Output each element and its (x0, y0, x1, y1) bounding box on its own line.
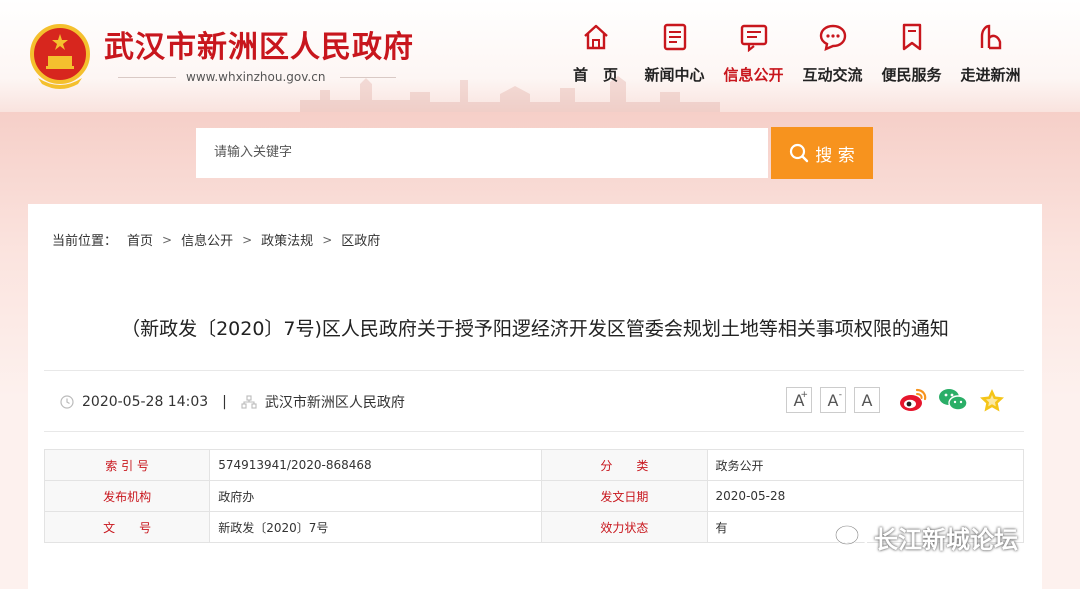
breadcrumb-separator: > (242, 232, 253, 247)
search-button[interactable]: 搜 索 (771, 127, 873, 179)
breadcrumb-prefix: 当前位置： (52, 234, 118, 249)
chat-bubble-icon (819, 24, 846, 52)
breadcrumb-link-info-disclosure[interactable]: 信息公开 (181, 230, 233, 249)
font-default-label: A (861, 390, 873, 410)
nav-item-home[interactable]: 首 页 (556, 20, 635, 90)
url-divider-right (340, 77, 396, 78)
favorite-star-icon[interactable] (978, 387, 1006, 413)
nav-label: 新闻中心 (644, 66, 705, 84)
nav-label: 便民服务 (881, 66, 942, 84)
info-value-doc-number: 新政发〔2020〕7号 (209, 511, 543, 543)
url-divider-left (118, 77, 176, 78)
article-tools: A + A- A (786, 387, 1006, 413)
wechat-share-icon[interactable] (938, 387, 968, 413)
bookmark-icon (902, 23, 921, 51)
breadcrumb-link-district-gov[interactable]: 区政府 (341, 230, 380, 249)
site-header: 武汉市新洲区人民政府 www.whxinzhou.gov.cn 首 页 新闻中心 (0, 0, 1080, 112)
clock-icon (60, 395, 74, 409)
nav-item-about-xinzhou[interactable]: 走进新洲 (951, 20, 1030, 90)
breadcrumb-separator: > (162, 232, 173, 247)
breadcrumb-link-home[interactable]: 首页 (127, 230, 153, 249)
info-key-issue-date: 发文日期 (541, 480, 708, 512)
nav-item-info-disclosure[interactable]: 信息公开 (714, 20, 793, 90)
font-decrease-button[interactable]: A- (820, 387, 846, 413)
breadcrumb-link-policy[interactable]: 政策法规 (261, 230, 313, 249)
info-key-doc-number: 文 号 (43, 511, 211, 543)
info-value-category: 政务公开 (706, 449, 1025, 481)
organization-icon (241, 395, 257, 409)
article-meta: 2020-05-28 14:03 | 武汉市新洲区人民政府 (60, 371, 405, 433)
search-button-label: 搜 索 (815, 145, 855, 166)
font-increase-sup: + (800, 390, 808, 400)
national-emblem-icon (30, 24, 90, 89)
weibo-share-icon[interactable] (898, 387, 928, 413)
search-icon (790, 143, 809, 163)
nav-label: 首 页 (572, 66, 618, 84)
info-value-index: 574913941/2020-868468 (209, 449, 543, 481)
nav-label: 信息公开 (723, 66, 784, 84)
landmark-icon (980, 24, 1001, 50)
site-title: 武汉市新洲区人民政府 (104, 30, 414, 65)
search-input[interactable]: 请输入关键字 (196, 128, 768, 178)
site-url: www.whxinzhou.gov.cn (186, 70, 326, 84)
info-value-issue-date: 2020-05-28 (706, 480, 1025, 512)
article-meta-bar: 2020-05-28 14:03 | 武汉市新洲区人民政府 A + A- A (44, 370, 1024, 432)
wechat-watermark-icon (834, 524, 868, 550)
main-nav: 首 页 新闻中心 信息公开 互动交流 便民服务 走进新洲 (556, 20, 1030, 90)
info-key-index: 索 引 号 (43, 449, 211, 481)
font-decrease-label: A (827, 390, 839, 410)
info-value-issuer: 政府办 (209, 480, 543, 512)
breadcrumb: 当前位置： 首页 > 信息公开 > 政策法规 > 区政府 (52, 230, 380, 250)
publisher-source: 武汉市新洲区人民政府 (264, 395, 405, 411)
news-icon (663, 23, 686, 51)
nav-item-news[interactable]: 新闻中心 (635, 20, 714, 90)
info-key-issuer: 发布机构 (43, 480, 211, 512)
font-default-button[interactable]: A (854, 387, 880, 413)
table-row: 索 引 号 574913941/2020-868468 分 类 政务公开 (43, 449, 1025, 481)
nav-item-services[interactable]: 便民服务 (872, 20, 951, 90)
info-key-validity: 效力状态 (541, 511, 708, 543)
meta-divider: | (222, 394, 227, 410)
font-decrease-sup: - (838, 390, 842, 400)
nav-label: 走进新洲 (960, 66, 1021, 84)
breadcrumb-separator: > (322, 232, 333, 247)
info-document-icon (740, 24, 767, 52)
forum-watermark: 长江新城论坛 (834, 520, 1018, 555)
nav-label: 互动交流 (802, 66, 863, 84)
font-increase-button[interactable]: A + (786, 387, 812, 413)
home-icon (583, 24, 608, 50)
watermark-text: 长江新城论坛 (874, 526, 1018, 554)
table-row: 发布机构 政府办 发文日期 2020-05-28 (43, 480, 1025, 512)
publish-date: 2020-05-28 14:03 (82, 394, 209, 410)
article-title: （新政发〔2020〕7号)区人民政府关于授予阳逻经济开发区管委会规划土地等相关事… (121, 318, 949, 340)
nav-item-interaction[interactable]: 互动交流 (793, 20, 872, 90)
info-key-category: 分 类 (541, 449, 708, 481)
